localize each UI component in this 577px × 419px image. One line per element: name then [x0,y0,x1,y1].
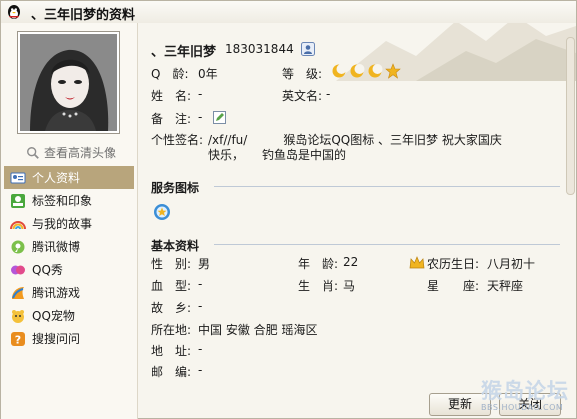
level-label: 等 级: [282,67,323,81]
magnifier-icon [27,146,39,159]
edit-remark-icon[interactable] [213,111,226,124]
nav-item-pet[interactable]: QQ宠物 [4,304,134,327]
nav-item-label: 个人资料 [32,171,81,185]
view-hd-avatar-link[interactable]: 查看高清头像 [26,144,116,161]
moon-icon [332,64,347,78]
section-divider [214,244,560,245]
age-label: 年 龄: [298,257,339,271]
nav-item-label: 标签和印象 [32,194,93,208]
star-icon [385,63,401,79]
left-panel: 查看高清头像 个人资料 标签和印象 与我的故事 腾讯微博 QQ秀 腾讯游戏 QQ… [1,23,138,419]
nav-item-label: QQ秀 [32,263,63,277]
contact-card-icon[interactable] [301,42,315,56]
profile-card-icon [10,172,26,183]
zodiac-value: 马 [343,279,356,293]
qq-age-label: Q 龄: [151,67,189,81]
signature-line-2: 快乐， 钓鱼岛是中国的 [208,148,347,162]
constellation-label: 星 座: [427,279,480,293]
lunar-birthday-label: 农历生日: [427,257,480,271]
qq-penguin-icon [8,5,20,19]
rainbow-icon [10,220,26,229]
question-icon: ? [11,331,25,346]
nav-item-label: 与我的故事 [32,217,93,231]
svg-text:?: ? [15,333,21,346]
vertical-scrollbar[interactable] [564,23,577,388]
signature-label: 个性签名: [151,133,204,147]
hometown-label: 故 乡: [151,301,192,315]
nav-item-label: 腾讯微博 [32,240,81,254]
view-hd-avatar-label: 查看高清头像 [44,146,117,160]
watermark-title: 猴岛论坛 [481,379,569,403]
constellation-value: 天秤座 [487,279,524,293]
nav-item-soso[interactable]: ? 搜搜问问 [4,327,134,350]
blood-type-label: 血 型: [151,279,192,293]
qq-show-icon [11,265,25,274]
qq-number: 183031844 [225,42,294,56]
moon-icon [368,64,383,78]
nav-item-games[interactable]: 腾讯游戏 [4,281,134,304]
lunar-birthday-value: 八月初十 [487,257,536,271]
english-name-label: 英文名: [282,89,323,103]
section-service-icons: 服务图标 [151,181,200,195]
location-value: 中国 安徽 合肥 瑶海区 [198,323,318,337]
profile-window: 、三年旧梦的资料 查看高清头像 个人资料 标签和印象 与我的故事 腾讯微博 QQ… [0,0,577,419]
profile-content: 、三年旧梦 183031844 Q 龄: 0年 等 级: 姓 名: - 英文名:… [138,23,564,403]
pet-icon [12,309,24,323]
name-value: - [198,87,203,101]
nav-item-weibo[interactable]: 腾讯微博 [4,235,134,258]
nav-item-qqshow[interactable]: QQ秀 [4,258,134,281]
remark-value: - [198,110,203,124]
name-label: 姓 名: [151,89,192,103]
nav-item-label: 腾讯游戏 [32,286,81,300]
qq-age-value: 0年 [198,67,218,81]
blood-type-value: - [198,277,203,291]
nickname: 、三年旧梦 [151,45,217,60]
window-title: 、三年旧梦的资料 [31,8,136,23]
weibo-icon [11,240,25,253]
zip-label: 邮 编: [151,365,192,379]
nav-item-story[interactable]: 与我的故事 [4,212,134,235]
title-bar[interactable]: 、三年旧梦的资料 [1,1,576,23]
avatar[interactable] [17,31,120,134]
avatar-photo [20,34,117,131]
scrollbar-thumb[interactable] [566,37,575,195]
hometown-value: - [198,299,203,313]
watermark-logo: 猴岛论坛 BBS.HOUDAO.COM [481,379,577,419]
nav-list: 个人资料 标签和印象 与我的故事 腾讯微博 QQ秀 腾讯游戏 QQ宠物 ? 搜搜… [4,166,134,350]
game-icon [12,286,24,299]
gender-value: 男 [198,257,211,271]
tag-icon [11,193,25,208]
level-badges[interactable] [331,63,401,79]
moon-icon [350,64,365,78]
address-label: 地 址: [151,344,192,358]
age-value: 22 [343,255,359,269]
gender-label: 性 别: [151,257,192,271]
section-basic-info: 基本资料 [151,239,200,253]
service-badge-icon[interactable] [153,203,171,221]
english-name-value: - [326,87,331,101]
crown-icon [409,256,425,269]
nav-item-profile[interactable]: 个人资料 [4,166,134,189]
location-label: 所在地: [151,323,192,337]
nav-item-tags[interactable]: 标签和印象 [4,189,134,212]
zip-value: - [198,363,203,377]
address-value: - [198,342,203,356]
nav-item-label: 搜搜问问 [32,332,81,346]
remark-label: 备 注: [151,112,192,126]
watermark-url: BBS.HOUDAO.COM [481,403,564,412]
zodiac-label: 生 肖: [298,279,339,293]
nav-item-label: QQ宠物 [32,309,75,323]
section-divider [214,186,560,187]
